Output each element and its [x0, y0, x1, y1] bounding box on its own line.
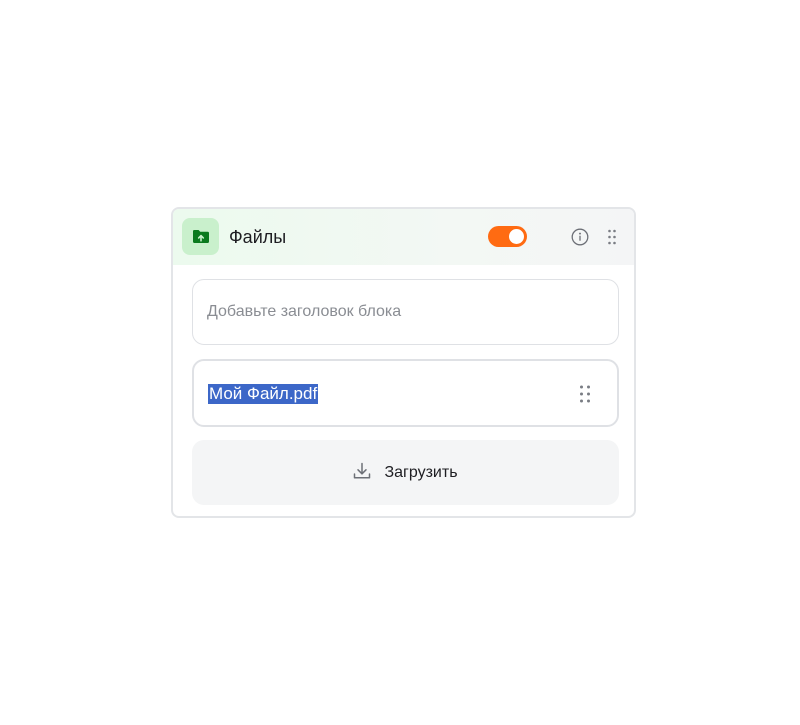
block-title-input[interactable]: [192, 279, 619, 345]
block-title: Файлы: [229, 227, 287, 247]
upload-button[interactable]: Загрузить: [192, 440, 619, 505]
download-icon: [353, 462, 371, 483]
folder-upload-icon: [182, 218, 219, 255]
files-block-header: Файлы: [173, 209, 634, 265]
file-item[interactable]: Мой Файл.pdf: [192, 359, 619, 427]
info-icon[interactable]: [570, 227, 590, 247]
file-name[interactable]: Мой Файл.pdf: [208, 384, 319, 404]
toggle-knob: [509, 229, 524, 244]
files-block-card: Файлы Мой Файл.pdf: [171, 207, 636, 518]
file-drag-handle-icon[interactable]: [578, 384, 592, 404]
block-drag-handle-icon[interactable]: [605, 227, 619, 247]
upload-label: Загрузить: [384, 463, 458, 481]
block-enabled-toggle[interactable]: [488, 226, 527, 247]
